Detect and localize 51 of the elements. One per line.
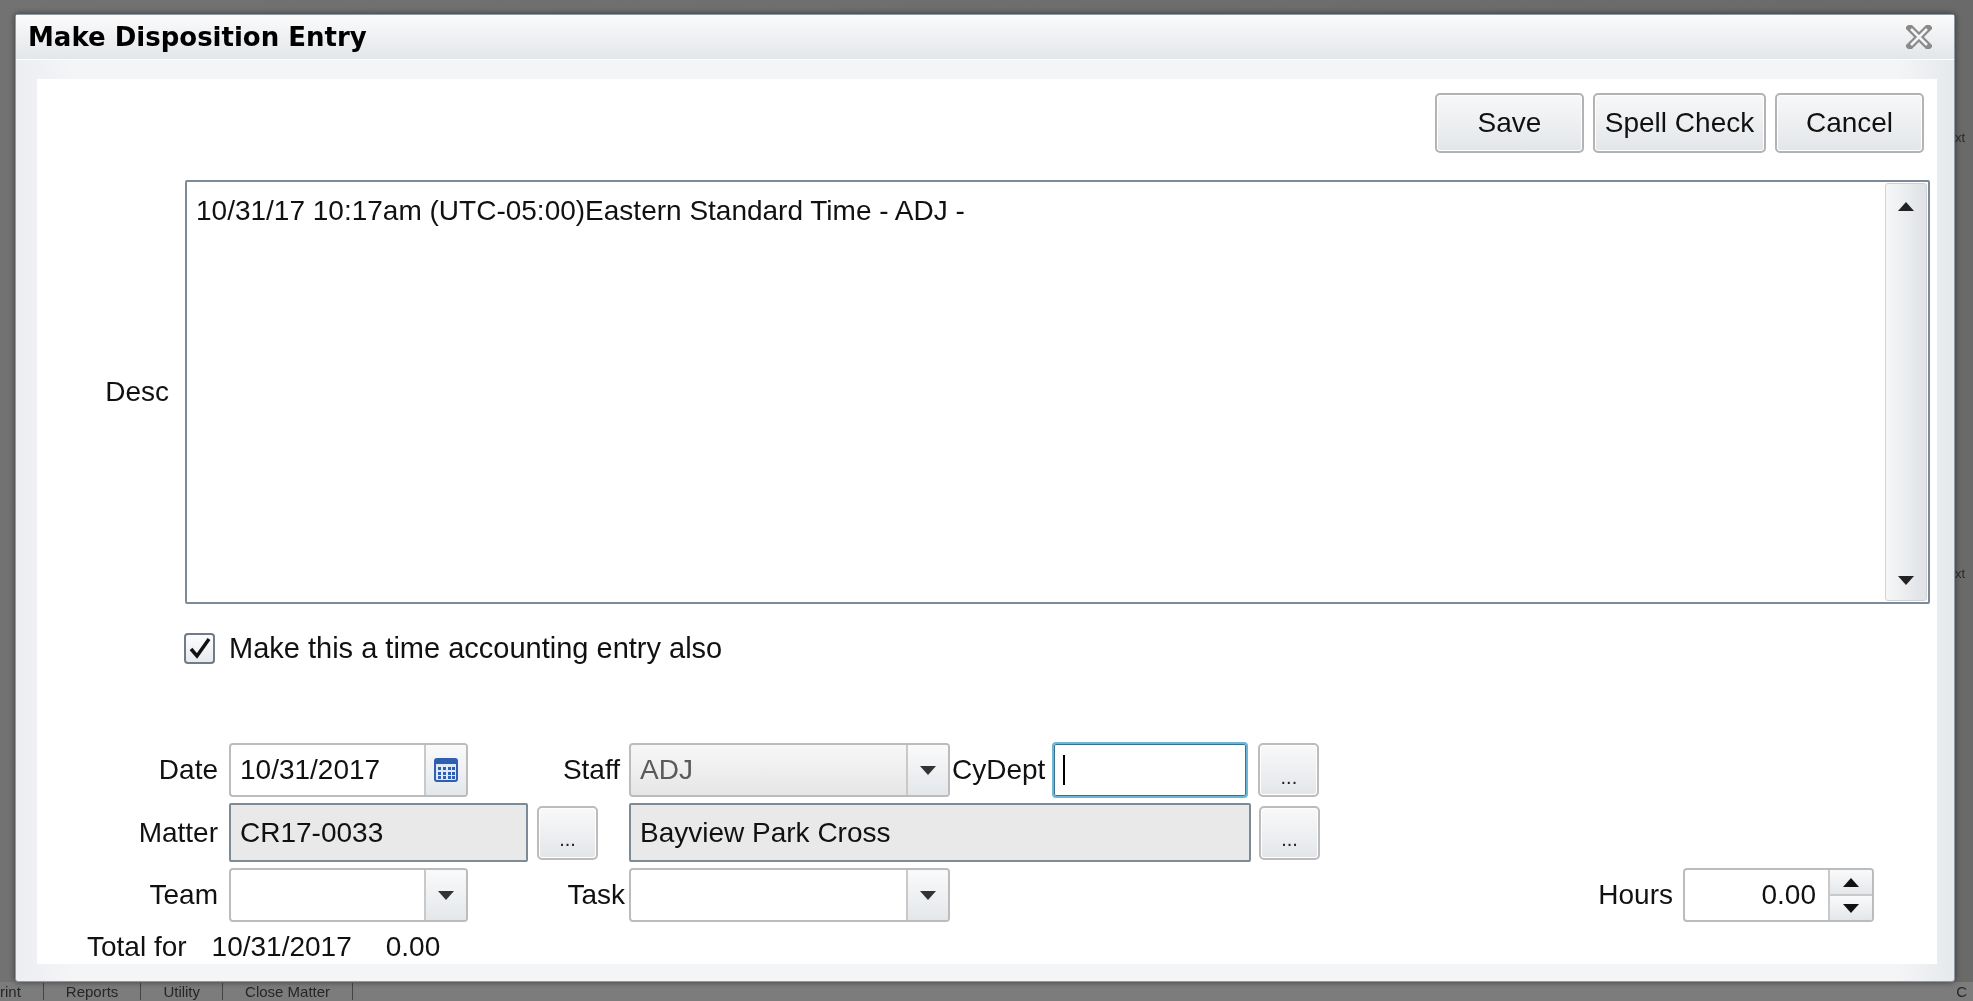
background-text: C xyxy=(1956,983,1968,1000)
dropdown-button[interactable] xyxy=(906,870,948,920)
matter-field[interactable]: CR17-0033 xyxy=(229,803,528,862)
ellipsis-button[interactable]: ... xyxy=(1259,805,1320,860)
background-tab[interactable]: Close Matter xyxy=(223,983,354,1000)
close-icon xyxy=(1906,25,1932,49)
team-label: Team xyxy=(148,879,218,911)
caret-down-icon xyxy=(920,765,936,775)
task-label: Task xyxy=(566,879,625,911)
staff-label: Staff xyxy=(561,754,620,786)
caret-down-icon xyxy=(920,890,936,900)
caret-down-icon xyxy=(1843,903,1859,913)
checkmark-icon xyxy=(188,637,211,659)
scrollbar[interactable] xyxy=(1885,183,1927,601)
text-cursor-icon xyxy=(1063,755,1066,785)
checkbox-label: Make this a time accounting entry also xyxy=(229,631,723,665)
date-field[interactable]: 10/31/2017 xyxy=(229,743,468,797)
hours-label: Hours xyxy=(1598,879,1673,911)
background-tab[interactable]: Utility xyxy=(141,983,224,1000)
background-tab[interactable]: Reports xyxy=(43,983,142,1000)
date-label: Date xyxy=(157,754,218,786)
background-text: xt xyxy=(1955,566,1967,582)
desc-label: Desc xyxy=(104,376,169,408)
cancel-button[interactable]: Cancel xyxy=(1775,93,1924,153)
save-button[interactable]: Save xyxy=(1435,93,1584,153)
total-hours: 0.00 xyxy=(385,931,441,963)
matter-name-field[interactable]: Bayview Park Cross xyxy=(629,803,1251,862)
caret-down-icon xyxy=(438,890,454,900)
checkbox[interactable] xyxy=(184,632,215,664)
ellipsis-button[interactable]: ... xyxy=(1258,743,1320,797)
calendar-button[interactable] xyxy=(424,745,466,795)
spin-up-button[interactable] xyxy=(1830,870,1872,894)
cydept-field[interactable] xyxy=(1052,742,1249,798)
spin-down-button[interactable] xyxy=(1830,894,1872,920)
calendar-icon xyxy=(434,758,458,782)
dropdown-button[interactable] xyxy=(424,870,466,920)
caret-up-icon xyxy=(1843,877,1859,887)
hours-spinner[interactable]: 0.00 xyxy=(1683,868,1874,922)
total-date: 10/31/2017 xyxy=(211,931,352,963)
background-text: xt xyxy=(1955,130,1967,146)
caret-up-icon[interactable] xyxy=(1898,202,1914,211)
spell-check-button[interactable]: Spell Check xyxy=(1593,93,1766,153)
dialog-title: Make Disposition Entry xyxy=(28,22,367,52)
background-tab[interactable]: rint xyxy=(0,983,44,1000)
total-label: Total for xyxy=(87,931,187,963)
close-button[interactable] xyxy=(1906,25,1932,49)
ellipsis-button[interactable]: ... xyxy=(537,805,598,860)
description-field[interactable]: 10/31/17 10:17am (UTC-05:00)Eastern Standard Time - ADJ - xyxy=(185,180,1930,604)
matter-label: Matter xyxy=(137,816,218,849)
caret-down-icon[interactable] xyxy=(1898,576,1914,585)
cydept-label: CyDept xyxy=(952,754,1046,786)
